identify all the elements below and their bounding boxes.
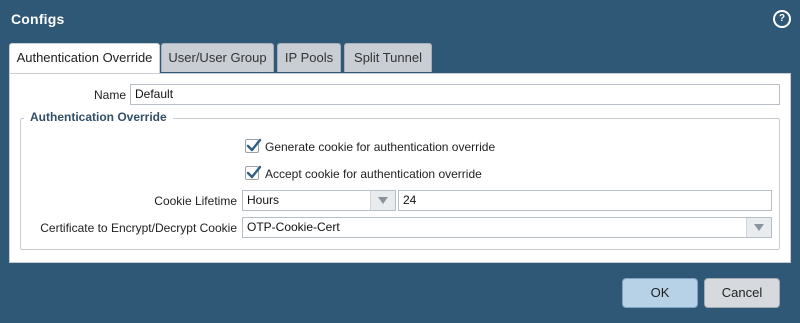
help-icon[interactable]: ? — [773, 10, 791, 28]
certificate-value: OTP-Cookie-Cert — [247, 220, 340, 234]
generate-cookie-label: Generate cookie for authentication overr… — [265, 140, 496, 154]
cookie-lifetime-label: Cookie Lifetime — [154, 194, 237, 208]
accept-cookie-label: Accept cookie for authentication overrid… — [265, 167, 482, 181]
configs-dialog: Configs ? Authentication Override User/U… — [0, 0, 800, 323]
checkmark-icon — [246, 138, 262, 152]
cookie-lifetime-unit-value: Hours — [247, 193, 280, 207]
generate-cookie-checkbox[interactable] — [245, 138, 262, 153]
tab-user-group[interactable]: User/User Group — [161, 43, 274, 72]
name-label: Name — [93, 88, 126, 102]
dialog-titlebar: Configs ? — [0, 0, 800, 38]
accept-cookie-checkbox[interactable] — [245, 165, 262, 180]
tab-split-tunnel[interactable]: Split Tunnel — [344, 43, 432, 72]
tab-authentication-override[interactable]: Authentication Override — [9, 43, 160, 74]
cancel-button[interactable]: Cancel — [704, 278, 780, 308]
certificate-label: Certificate to Encrypt/Decrypt Cookie — [40, 221, 237, 235]
ok-button[interactable]: OK — [622, 278, 698, 308]
cookie-lifetime-unit-select[interactable]: Hours — [242, 190, 396, 211]
certificate-select[interactable]: OTP-Cookie-Cert — [242, 217, 772, 238]
name-input[interactable]: Default — [130, 84, 780, 105]
section-title: Authentication Override — [24, 110, 173, 124]
tab-ip-pools[interactable]: IP Pools — [277, 43, 341, 72]
chevron-down-icon[interactable] — [746, 218, 771, 237]
cookie-lifetime-input[interactable]: 24 — [398, 190, 772, 211]
tab-panel: Name Default Authentication Override Gen… — [9, 73, 791, 263]
checkmark-icon — [246, 165, 262, 179]
chevron-down-icon[interactable] — [370, 191, 395, 210]
dialog-title: Configs — [11, 11, 65, 27]
